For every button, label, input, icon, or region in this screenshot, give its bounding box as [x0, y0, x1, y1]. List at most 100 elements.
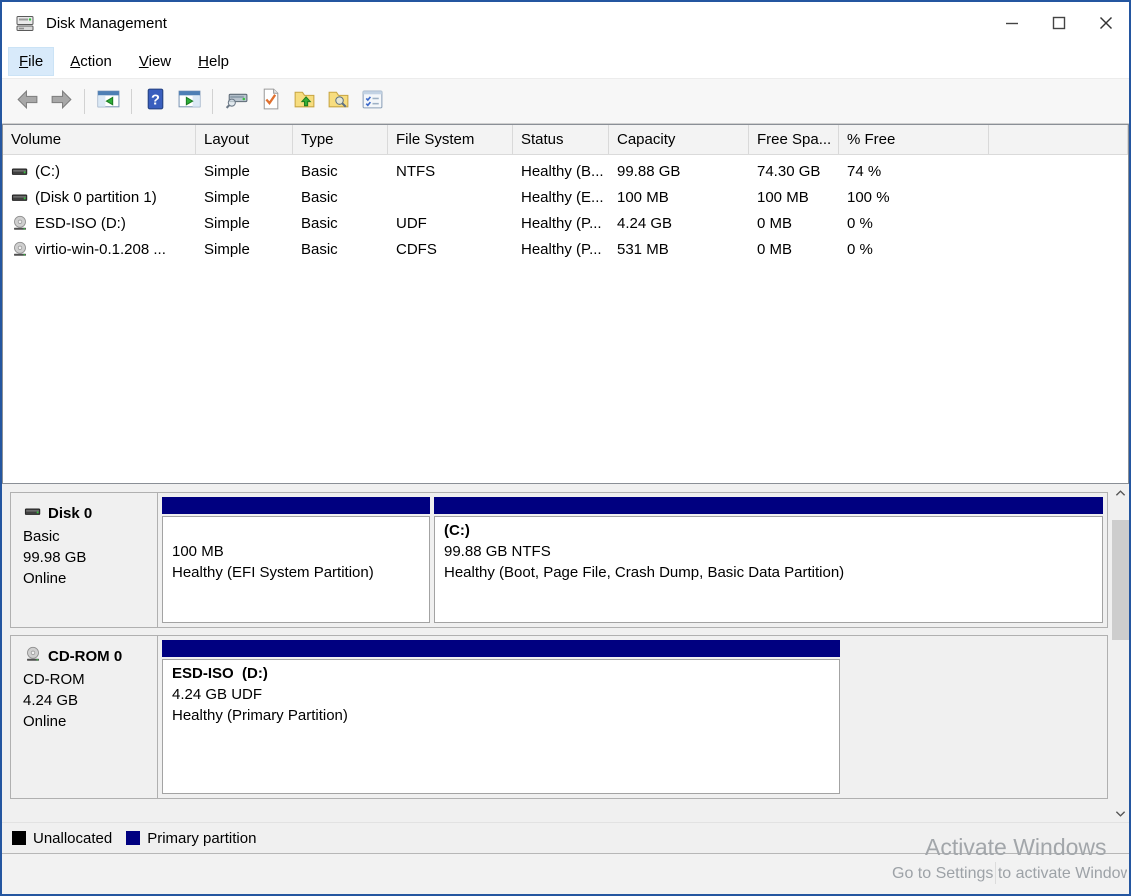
task-list-icon: [360, 87, 385, 115]
forward-button[interactable]: [44, 84, 78, 118]
volume-row[interactable]: (C:)SimpleBasicNTFSHealthy (B...99.88 GB…: [3, 158, 1128, 184]
disk-header-card[interactable]: Disk 0Basic99.98 GBOnline: [11, 493, 158, 627]
rescan-drive-button[interactable]: [219, 84, 253, 118]
scroll-down-button[interactable]: [1112, 805, 1129, 822]
toolbar: ?: [2, 78, 1129, 124]
rescan-drive-icon: [224, 87, 249, 115]
action-pane-button[interactable]: [172, 84, 206, 118]
scrollbar-thumb[interactable]: [1112, 520, 1129, 640]
help-button[interactable]: ?: [138, 84, 172, 118]
column-header-label: Volume: [11, 131, 61, 148]
disk-name: Disk 0: [23, 503, 151, 524]
menu-action[interactable]: Action: [59, 47, 123, 76]
cell-text: 74 %: [847, 163, 881, 180]
disk-rows: Disk 0Basic99.98 GBOnline100 MBHealthy (…: [2, 484, 1112, 822]
scrollbar-track[interactable]: [1112, 501, 1129, 805]
column-header-layout[interactable]: Layout: [196, 125, 293, 154]
cell-free-spa-: 0 MB: [749, 241, 839, 258]
volume-list-body: (C:)SimpleBasicNTFSHealthy (B...99.88 GB…: [3, 155, 1128, 483]
column-header-type[interactable]: Type: [293, 125, 388, 154]
column-header-label: Layout: [204, 131, 249, 148]
cell-text: Healthy (B...: [521, 163, 604, 180]
cell-text: 0 MB: [757, 241, 792, 258]
column-header-file-system[interactable]: File System: [388, 125, 513, 154]
partition-body: ESD-ISO (D:)4.24 GB UDFHealthy (Primary …: [162, 659, 840, 794]
partition-body: 100 MBHealthy (EFI System Partition): [162, 516, 430, 623]
cell-text: Simple: [204, 241, 250, 258]
partition-title: [172, 520, 420, 541]
menu-accelerator: F: [19, 53, 28, 70]
console-tree-button[interactable]: [91, 84, 125, 118]
legend-swatch: [12, 831, 26, 845]
folder-up-icon: [292, 87, 317, 115]
disk-header-card[interactable]: CD-ROM 0CD-ROM4.24 GBOnline: [11, 636, 158, 798]
volume-row[interactable]: ESD-ISO (D:)SimpleBasicUDFHealthy (P...4…: [3, 210, 1128, 236]
cell--free: 0 %: [839, 241, 989, 258]
menu-file[interactable]: File: [8, 47, 54, 76]
close-button[interactable]: [1082, 2, 1129, 44]
cell--free: 0 %: [839, 215, 989, 232]
legend-item: Unallocated: [12, 830, 112, 847]
menu-accelerator: H: [198, 53, 209, 70]
partition-size: 99.88 GB NTFS: [444, 541, 1093, 562]
cell-text: Simple: [204, 215, 250, 232]
cell-text: ESD-ISO (D:): [35, 215, 126, 232]
column-header-volume[interactable]: Volume: [3, 125, 196, 154]
cell-capacity: 531 MB: [609, 241, 749, 258]
partition-block[interactable]: ESD-ISO (D:)4.24 GB UDFHealthy (Primary …: [162, 640, 840, 794]
column-header-capacity[interactable]: Capacity: [609, 125, 749, 154]
cell-text: Basic: [301, 189, 338, 206]
partition-title: ESD-ISO (D:): [172, 663, 830, 684]
column-header-filler: [989, 125, 1128, 154]
cell-layout: Simple: [196, 163, 293, 180]
volume-row[interactable]: virtio-win-0.1.208 ...SimpleBasicCDFSHea…: [3, 236, 1128, 262]
title-bar: Disk Management: [2, 2, 1129, 44]
cell-text: 99.88 GB: [617, 163, 680, 180]
check-document-icon: [258, 87, 283, 115]
volume-row[interactable]: (Disk 0 partition 1)SimpleBasicHealthy (…: [3, 184, 1128, 210]
cell-status: Healthy (B...: [513, 163, 609, 180]
app-icon[interactable]: [14, 13, 36, 33]
hard-drive-icon: [23, 503, 43, 524]
check-document-button[interactable]: [253, 84, 287, 118]
cell-volume: ESD-ISO (D:): [3, 215, 196, 232]
cell-text: (Disk 0 partition 1): [35, 189, 157, 206]
folder-search-button[interactable]: [321, 84, 355, 118]
column-header-label: Type: [301, 131, 334, 148]
disk-name-text: CD-ROM 0: [48, 648, 122, 665]
cell-text: 74.30 GB: [757, 163, 820, 180]
cell-status: Healthy (P...: [513, 241, 609, 258]
maximize-button[interactable]: [1035, 2, 1082, 44]
column-header-status[interactable]: Status: [513, 125, 609, 154]
disk-row-cd-rom-0: CD-ROM 0CD-ROM4.24 GBOnlineESD-ISO (D:)4…: [10, 635, 1108, 799]
scroll-up-button[interactable]: [1112, 484, 1129, 501]
partition-status: Healthy (EFI System Partition): [172, 562, 420, 583]
cell-volume: (Disk 0 partition 1): [3, 189, 196, 206]
cell-type: Basic: [293, 215, 388, 232]
back-button[interactable]: [10, 84, 44, 118]
cell-file-system: CDFS: [388, 241, 513, 258]
disk-info-line: 4.24 GB: [23, 690, 151, 711]
cell-text: 100 MB: [757, 189, 809, 206]
disk-info-line: Online: [23, 568, 151, 589]
minimize-button[interactable]: [988, 2, 1035, 44]
disk-info-line: CD-ROM: [23, 669, 151, 690]
menu-accelerator: A: [70, 53, 80, 70]
task-list-button[interactable]: [355, 84, 389, 118]
window-title: Disk Management: [46, 15, 167, 32]
cell-text: 0 %: [847, 241, 873, 258]
toolbar-separator: [84, 89, 85, 114]
menu-help[interactable]: Help: [187, 47, 240, 76]
column-header-free-spa-[interactable]: Free Spa...: [749, 125, 839, 154]
partition-block[interactable]: 100 MBHealthy (EFI System Partition): [162, 497, 430, 623]
menu-view[interactable]: View: [128, 47, 182, 76]
column-header--free[interactable]: % Free: [839, 125, 989, 154]
disk-name: CD-ROM 0: [23, 646, 151, 667]
folder-up-button[interactable]: [287, 84, 321, 118]
back-icon: [15, 87, 40, 115]
toolbar-separator: [212, 89, 213, 114]
partition-block[interactable]: (C:)99.88 GB NTFSHealthy (Boot, Page Fil…: [434, 497, 1103, 623]
cell-volume: (C:): [3, 163, 196, 180]
status-bar-divider: [995, 862, 996, 884]
vertical-scrollbar[interactable]: [1112, 484, 1129, 822]
